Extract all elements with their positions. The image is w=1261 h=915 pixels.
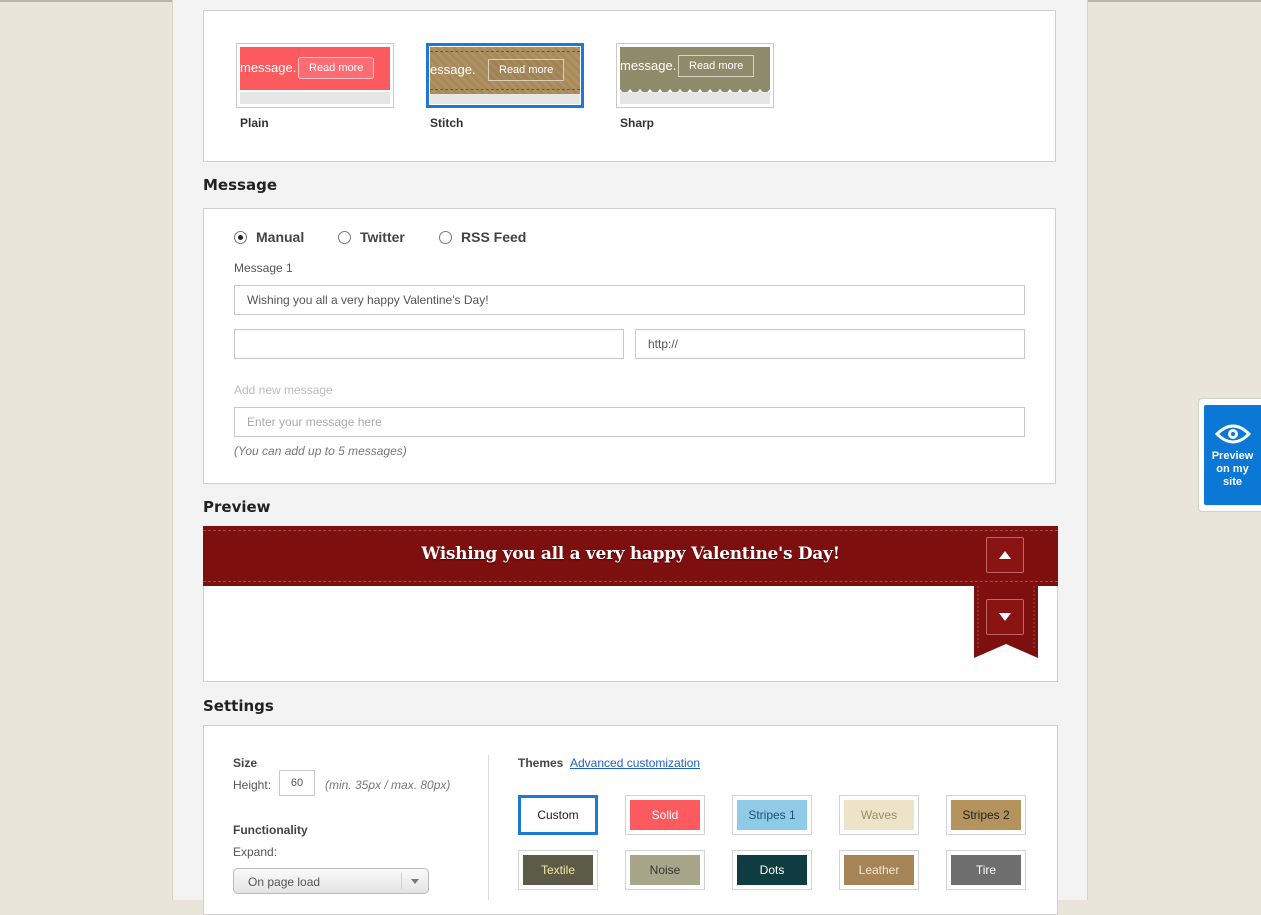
theme-swatch: Leather: [844, 855, 914, 885]
message-1-input[interactable]: [234, 285, 1025, 315]
source-manual-label: Manual: [256, 229, 305, 245]
thumb-message: message.: [240, 60, 297, 75]
theme-option-waves[interactable]: Waves: [839, 795, 919, 835]
radio-icon: [338, 230, 351, 244]
theme-swatch: Noise: [630, 855, 700, 885]
preview-tab-label-2: on my: [1216, 463, 1249, 475]
theme-option-custom[interactable]: Custom: [518, 795, 598, 835]
thumb-read-more: Read more: [298, 57, 375, 79]
collapse-bar-button[interactable]: [986, 537, 1024, 573]
preview-bar-text: Wishing you all a very happy Valentine's…: [421, 544, 840, 564]
theme-label: Custom: [537, 808, 579, 822]
preview-section-title: Preview: [203, 498, 271, 516]
preview-stitch-bottom: [203, 581, 1058, 582]
stitch-bar-swatch: essage. Read more: [430, 47, 580, 94]
thumb-base: [240, 92, 390, 104]
theme-label: Noise: [649, 863, 681, 877]
style-sharp-label: Sharp: [620, 116, 655, 130]
sharp-bar-swatch: message. Read more: [620, 47, 770, 87]
thumb-message: essage.: [430, 62, 476, 77]
theme-option-textile[interactable]: Textile: [518, 850, 598, 890]
message-section-title: Message: [203, 176, 277, 194]
theme-option-noise[interactable]: Noise: [625, 850, 705, 890]
theme-swatch: Tire: [951, 855, 1021, 885]
theme-swatch: Solid: [630, 800, 700, 830]
theme-option-dots[interactable]: Dots: [732, 850, 812, 890]
height-hint: (min. 35px / max. 80px): [325, 778, 451, 792]
message-limit-hint: (You can add up to 5 messages): [234, 444, 407, 458]
theme-swatch: Textile: [523, 855, 593, 885]
thumb-message: message.: [620, 58, 677, 73]
height-input[interactable]: [279, 770, 315, 796]
thumb-read-more: Read more: [678, 55, 755, 77]
thumb-base: [430, 94, 580, 104]
style-plain-thumb[interactable]: message. Read more: [236, 43, 394, 108]
theme-option-solid[interactable]: Solid: [625, 795, 705, 835]
functionality-heading: Functionality: [233, 823, 308, 837]
expand-selected-value: On page load: [248, 875, 321, 889]
source-manual-radio[interactable]: Manual: [234, 229, 304, 245]
settings-divider: [488, 755, 489, 900]
link-text-input[interactable]: [234, 329, 624, 359]
arrow-down-icon: [999, 613, 1011, 621]
radio-icon: [439, 230, 452, 244]
theme-label: Textile: [540, 863, 575, 877]
theme-label: Tire: [975, 863, 997, 877]
theme-option-stripes-2[interactable]: Stripes 2: [946, 795, 1026, 835]
height-label: Height:: [233, 778, 272, 792]
preview-stitch-top: [203, 530, 1058, 531]
theme-label: Dots: [759, 863, 785, 877]
style-plain-label: Plain: [240, 116, 269, 130]
theme-swatch: Custom: [523, 800, 593, 830]
theme-swatch: Stripes 1: [737, 800, 807, 830]
eye-icon: [1214, 424, 1251, 444]
size-heading: Size: [233, 756, 258, 770]
arrow-up-icon: [999, 551, 1011, 559]
theme-swatch: Dots: [737, 855, 807, 885]
preview-bar: Wishing you all a very happy Valentine's…: [203, 526, 1058, 586]
thumb-read-more: Read more: [488, 59, 565, 81]
style-stitch-thumb[interactable]: essage. Read more: [426, 43, 584, 108]
theme-option-leather[interactable]: Leather: [839, 850, 919, 890]
source-rss-radio[interactable]: RSS Feed: [439, 229, 526, 245]
theme-label: Leather: [858, 863, 900, 877]
theme-swatch: Stripes 2: [951, 800, 1021, 830]
preview-on-site-tab[interactable]: Preview on my site: [1198, 398, 1261, 512]
chevron-down-icon: [401, 873, 428, 889]
preview-on-site-button[interactable]: Preview on my site: [1204, 405, 1261, 505]
source-twitter-label: Twitter: [360, 229, 405, 245]
settings-section-title: Settings: [203, 697, 274, 715]
themes-heading: Themes: [518, 756, 564, 770]
radio-selected-icon: [234, 230, 247, 244]
theme-swatch: Waves: [844, 800, 914, 830]
expand-select[interactable]: On page load: [233, 868, 429, 894]
new-message-input[interactable]: [234, 407, 1025, 437]
style-stitch-label: Stitch: [430, 116, 464, 130]
theme-label: Stripes 1: [748, 808, 796, 822]
theme-label: Stripes 2: [962, 808, 1010, 822]
theme-label: Waves: [860, 808, 898, 822]
add-message-label: Add new message: [234, 383, 333, 397]
style-sharp-thumb[interactable]: message. Read more: [616, 43, 774, 108]
preview-tab-label-1: Preview: [1211, 450, 1254, 462]
thumb-base: [620, 92, 770, 104]
source-twitter-radio[interactable]: Twitter: [338, 229, 405, 245]
theme-option-tire[interactable]: Tire: [946, 850, 1026, 890]
theme-option-stripes-1[interactable]: Stripes 1: [732, 795, 812, 835]
expand-label: Expand:: [233, 845, 278, 859]
expand-bar-button[interactable]: [986, 599, 1024, 635]
link-url-input[interactable]: [635, 329, 1025, 359]
plain-bar-swatch: message. Read more: [240, 47, 390, 90]
advanced-customization-link[interactable]: Advanced customization: [570, 756, 700, 770]
source-rss-label: RSS Feed: [461, 229, 527, 245]
message-1-label: Message 1: [234, 261, 293, 275]
theme-label: Solid: [651, 808, 679, 822]
preview-tab-label-3: site: [1223, 476, 1242, 488]
